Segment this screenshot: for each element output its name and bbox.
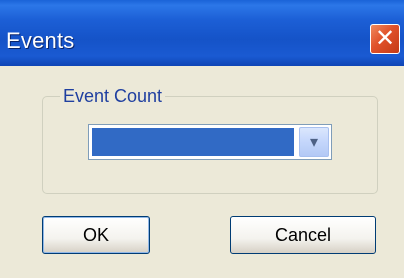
ok-button[interactable]: OK: [42, 216, 150, 254]
title-bar[interactable]: Events ✕: [0, 0, 404, 66]
dropdown-arrow-button[interactable]: ▾: [299, 127, 329, 157]
event-count-dropdown[interactable]: ▾: [88, 124, 332, 160]
group-legend: Event Count: [60, 86, 166, 107]
chevron-down-icon: ▾: [309, 134, 319, 151]
close-button[interactable]: ✕: [370, 24, 400, 54]
dropdown-selected-value: [92, 128, 294, 156]
close-icon: ✕: [374, 25, 396, 52]
cancel-button[interactable]: Cancel: [230, 216, 376, 254]
dialog-body: Event Count ▾ OK Cancel: [0, 66, 404, 278]
window-title: Events: [6, 28, 75, 53]
